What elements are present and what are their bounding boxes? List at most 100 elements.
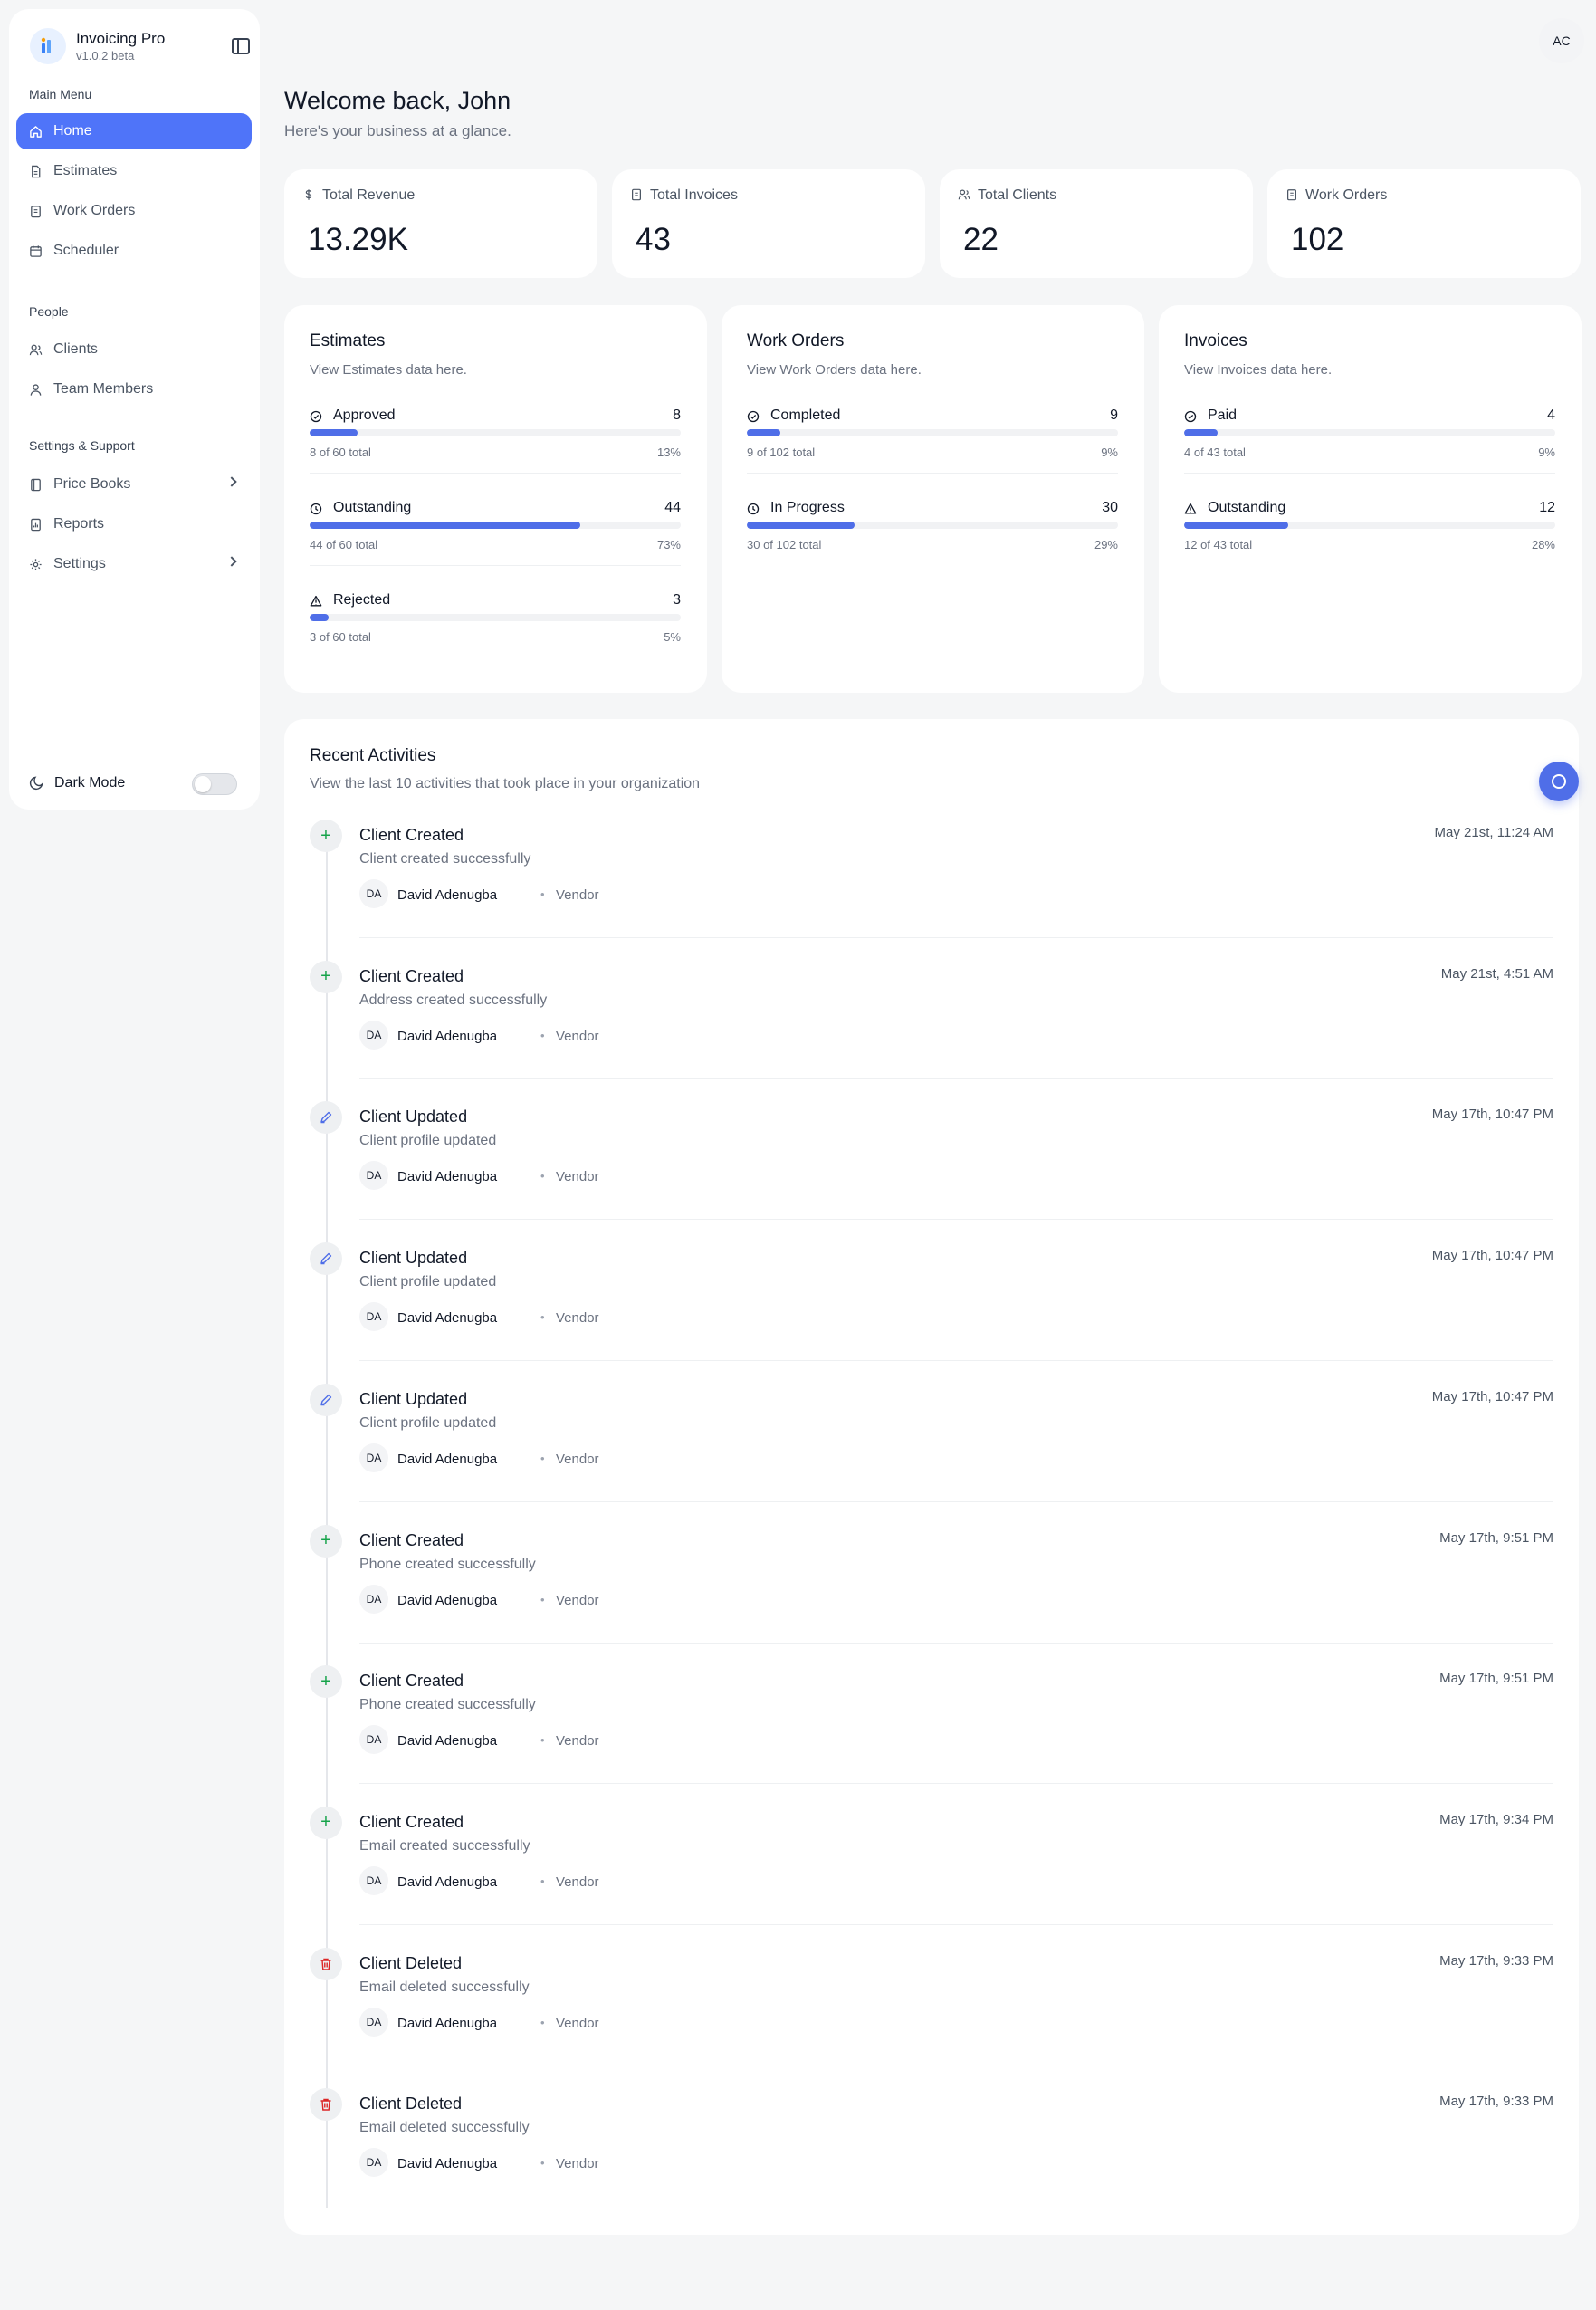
sidebar-item-estimates[interactable]: Estimates	[16, 153, 252, 189]
metric-rejected: Rejected 3 3 of 60 total 5%	[310, 592, 681, 665]
progress-fill	[1184, 522, 1288, 529]
file-text-icon	[29, 165, 43, 178]
sidebar-item-reports[interactable]: Reports	[16, 506, 252, 542]
avatar[interactable]: DA	[359, 879, 388, 908]
progress-track	[310, 522, 681, 529]
stat-card-total-revenue[interactable]: Total Revenue 13.29K	[284, 169, 597, 278]
sidebar-item-work-orders[interactable]: Work Orders	[16, 193, 252, 229]
activity-description: Client profile updated	[359, 1414, 497, 1431]
card-description: View Work Orders data here.	[747, 362, 922, 378]
avatar[interactable]: DA	[359, 1865, 388, 1895]
activity-user[interactable]: David Adenugba	[397, 2016, 497, 2031]
avatar[interactable]: DA	[359, 2148, 388, 2178]
metric-approved: Approved 8 8 of 60 total 13%	[310, 407, 681, 480]
avatar[interactable]: DA	[359, 1725, 388, 1755]
activity-title: Client Created	[359, 1672, 464, 1691]
breakdown-card-work-orders: Work Orders View Work Orders data here. Co…	[722, 305, 1144, 693]
activities-title: Recent Activities	[310, 746, 436, 765]
activity-title: Client Created	[359, 966, 464, 985]
activity-description: Client profile updated	[359, 1133, 497, 1149]
plus-icon: +	[310, 960, 342, 993]
activity-user[interactable]: David Adenugba	[397, 1310, 497, 1326]
activity-item: + Client Created Client created successful…	[310, 820, 1553, 961]
avatar[interactable]: DA	[359, 1020, 388, 1050]
activity-timestamp: May 17th, 9:51 PM	[1439, 1529, 1553, 1546]
clock-icon	[310, 503, 322, 515]
activity-description: Email deleted successfully	[359, 2120, 530, 2136]
separator-dot: •	[540, 1028, 545, 1042]
metric-percent: 13%	[656, 446, 681, 459]
activity-timestamp: May 21st, 4:51 AM	[1440, 965, 1553, 982]
metric-label: Outstanding	[1208, 500, 1286, 515]
metric-paid: Paid 4 4 of 43 total 9%	[1184, 407, 1555, 480]
metric-value: 4	[1547, 407, 1555, 423]
activity-user[interactable]: David Adenugba	[397, 1169, 497, 1184]
stat-label: Total Revenue	[322, 187, 416, 203]
progress-fill	[310, 614, 329, 621]
avatar[interactable]: DA	[359, 1161, 388, 1191]
avatar[interactable]: DA	[359, 1302, 388, 1332]
brand[interactable]: Invoicing Pro v1.0.2 beta	[22, 20, 257, 71]
report-icon	[29, 518, 43, 532]
user-avatar[interactable]: AC	[1539, 18, 1584, 63]
avatar[interactable]: DA	[359, 2007, 388, 2037]
divider	[359, 1783, 1553, 1785]
sidebar-item-label: Home	[53, 123, 92, 139]
activity-role: Vendor	[556, 1451, 599, 1467]
activity-user[interactable]: David Adenugba	[397, 2156, 497, 2171]
avatar[interactable]: DA	[359, 1443, 388, 1472]
metric-label: Outstanding	[333, 500, 412, 515]
card-title: Invoices	[1184, 331, 1247, 350]
book-icon	[29, 478, 43, 492]
page-title: Welcome back, John	[284, 87, 511, 114]
metric-completed: Completed 9 9 of 102 total 9%	[747, 407, 1118, 480]
metric-value: 30	[1102, 500, 1118, 515]
separator-dot: •	[540, 1451, 545, 1465]
warning-icon	[310, 595, 322, 608]
sidebar-item-settings[interactable]: Settings	[16, 546, 252, 582]
activity-user[interactable]: David Adenugba	[397, 1874, 497, 1890]
activity-description: Address created successfully	[359, 992, 548, 1008]
warning-icon	[1184, 503, 1197, 515]
avatar[interactable]: DA	[359, 1584, 388, 1614]
sidebar-collapse-icon[interactable]	[232, 38, 250, 54]
sidebar-item-label: Price Books	[53, 476, 131, 492]
stat-card-total-invoices[interactable]: Total Invoices 43	[612, 169, 925, 278]
metric-value: 8	[673, 407, 681, 423]
activity-description: Phone created successfully	[359, 1556, 536, 1572]
sidebar-item-home[interactable]: Home	[16, 113, 252, 149]
dark-mode-toggle[interactable]	[192, 773, 237, 795]
card-description: View Estimates data here.	[310, 362, 467, 378]
activity-role: Vendor	[556, 1028, 599, 1044]
sidebar-item-clients[interactable]: Clients	[16, 331, 252, 368]
sidebar-item-team-members[interactable]: Team Members	[16, 371, 252, 407]
clipboard-icon	[29, 205, 43, 218]
help-icon[interactable]	[1539, 762, 1579, 801]
users-icon	[29, 343, 43, 357]
metric-percent: 5%	[664, 630, 681, 644]
activity-role: Vendor	[556, 1592, 599, 1608]
gear-icon	[29, 558, 43, 571]
activity-user[interactable]: David Adenugba	[397, 1733, 497, 1749]
activity-user[interactable]: David Adenugba	[397, 1452, 497, 1467]
sidebar-item-scheduler[interactable]: Scheduler	[16, 233, 252, 269]
sidebar-item-price-books[interactable]: Price Books	[16, 466, 252, 503]
activity-item: Client Updated Client profile updated DA Da…	[310, 1242, 1553, 1384]
sidebar-item-label: Clients	[53, 341, 98, 357]
progress-track	[310, 614, 681, 621]
activity-role: Vendor	[556, 1874, 599, 1890]
stat-label: Total Clients	[978, 187, 1057, 203]
progress-fill	[747, 522, 855, 529]
progress-fill	[310, 522, 581, 529]
stat-card-work-orders[interactable]: Work Orders 102	[1267, 169, 1581, 278]
chevron-right-icon	[226, 556, 237, 567]
activity-role: Vendor	[556, 1310, 599, 1327]
section-settings-support: Settings & Support	[29, 438, 135, 453]
activity-user[interactable]: David Adenugba	[397, 1029, 497, 1044]
separator-dot: •	[540, 1592, 545, 1606]
activity-user[interactable]: David Adenugba	[397, 1593, 497, 1608]
divider	[310, 565, 681, 566]
activity-user[interactable]: David Adenugba	[397, 887, 497, 903]
dark-mode-label: Dark Mode	[54, 775, 126, 791]
stat-card-total-clients[interactable]: Total Clients 22	[940, 169, 1253, 278]
